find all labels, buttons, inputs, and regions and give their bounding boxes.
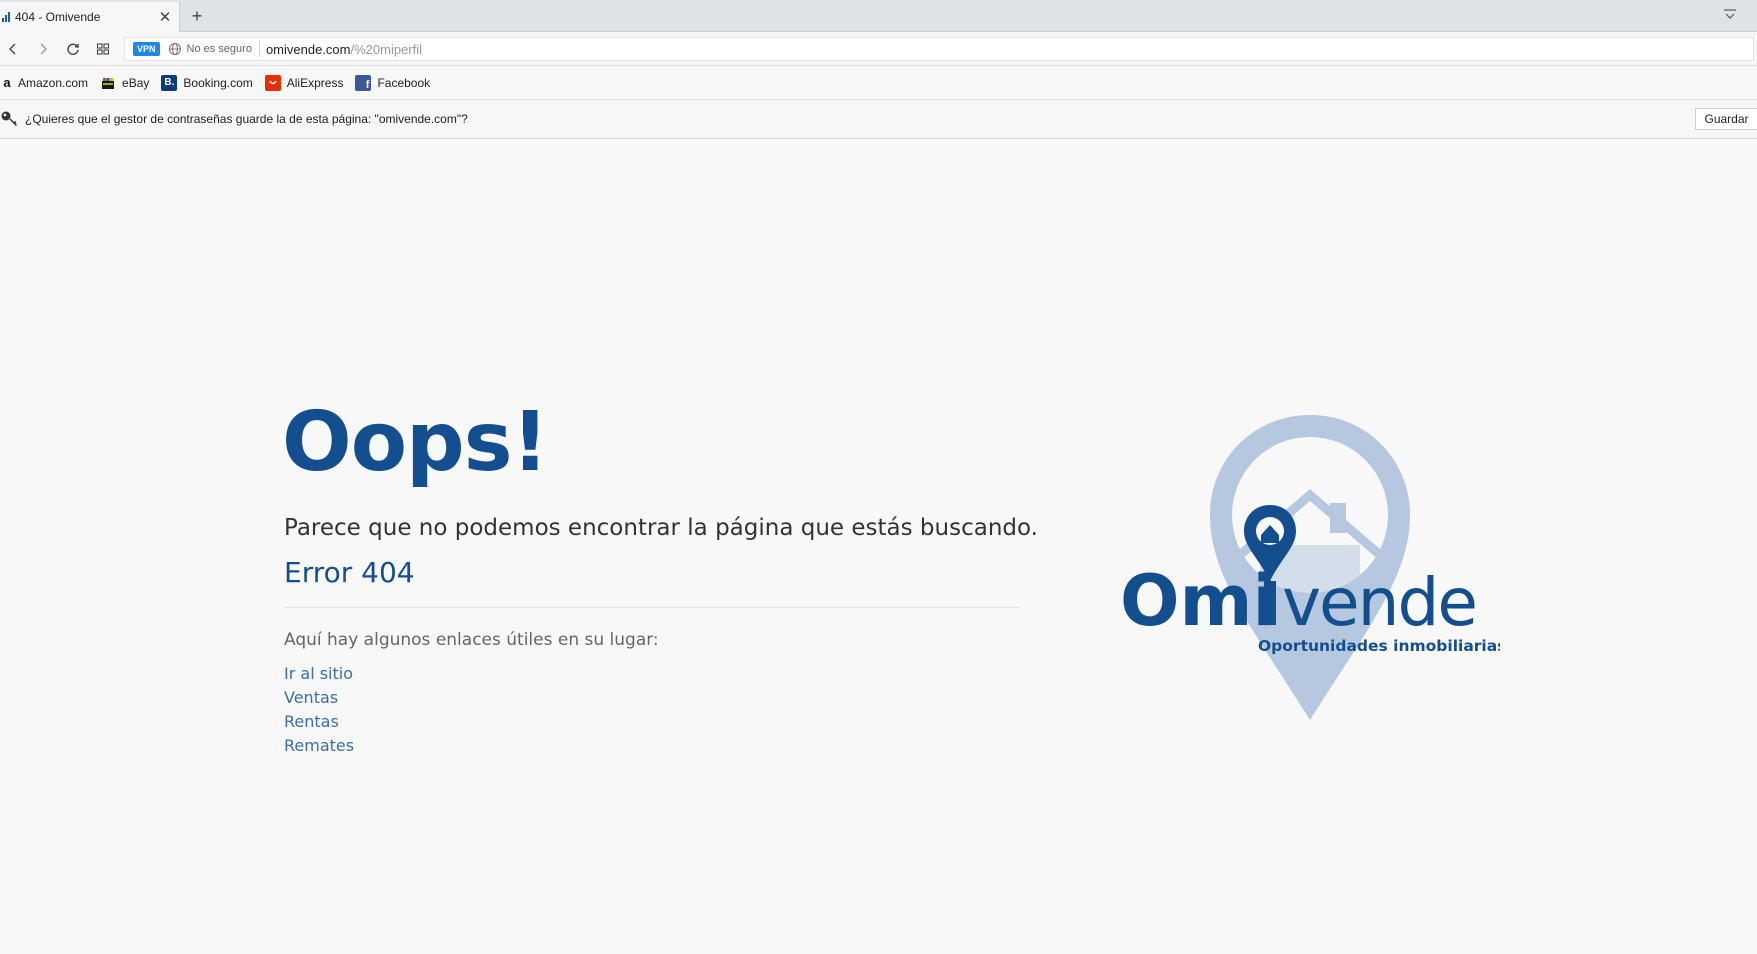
bookmark-label: Booking.com xyxy=(183,75,253,90)
browser-tab-active[interactable]: 404 - Omivende ✕ xyxy=(0,2,180,32)
key-icon xyxy=(1,111,17,126)
bookmark-label: AliExpress xyxy=(286,75,344,90)
url-host[interactable]: omivende.com xyxy=(266,42,351,57)
page-subtitle: Parece que no podemos encontrar la págin… xyxy=(284,515,1038,541)
url-divider xyxy=(258,41,260,57)
password-prompt-message: ¿Quieres que el gestor de contraseñas gu… xyxy=(25,112,468,126)
reload-icon[interactable] xyxy=(60,36,86,62)
tab-menu-icon[interactable] xyxy=(1719,4,1741,24)
brand-tagline: Oportunidades inmobiliarias xyxy=(1258,637,1500,655)
useful-links: Ir al sitio Ventas Rentas Remates xyxy=(284,662,354,758)
bookmark-aliexpress[interactable]: AliExpress xyxy=(264,74,344,91)
back-icon[interactable] xyxy=(0,36,26,62)
vpn-badge[interactable]: VPN xyxy=(133,42,160,56)
omivende-favicon-icon xyxy=(2,12,12,22)
content-divider xyxy=(284,607,1020,608)
url-path[interactable]: /%20miperfil xyxy=(351,42,423,57)
omivende-logo: Omi vende Oportunidades inmobiliarias xyxy=(1120,415,1500,720)
password-manager-bar: ¿Quieres que el gestor de contraseñas gu… xyxy=(0,100,1757,139)
security-status[interactable]: No es seguro xyxy=(187,43,252,55)
bookmark-facebook[interactable]: f Facebook xyxy=(355,74,431,91)
bookmark-ebay[interactable]: eBay xyxy=(100,75,149,91)
forward-icon[interactable] xyxy=(30,36,56,62)
brand-light: vende xyxy=(1282,564,1476,641)
ebay-icon xyxy=(100,75,116,91)
bookmark-booking[interactable]: B. Booking.com xyxy=(161,74,253,91)
links-intro: Aquí hay algunos enlaces útiles en su lu… xyxy=(284,630,659,650)
link-rentals[interactable]: Rentas xyxy=(284,710,354,734)
bookmark-label: Amazon.com xyxy=(18,75,89,90)
tab-title: 404 - Omivende xyxy=(15,10,101,24)
brand-bold: Omi xyxy=(1120,560,1276,642)
link-auctions[interactable]: Remates xyxy=(284,734,354,758)
close-tab-icon[interactable]: ✕ xyxy=(155,7,175,27)
save-password-button[interactable]: Guardar xyxy=(1695,108,1757,130)
page-heading: Oops! xyxy=(282,395,549,490)
new-tab-button[interactable]: + xyxy=(186,4,208,28)
address-bar[interactable]: VPN No es seguro omivende.com /%20miperf… xyxy=(124,37,1754,61)
link-sales[interactable]: Ventas xyxy=(284,686,354,710)
bookmark-label: Facebook xyxy=(377,75,431,90)
aliexpress-icon xyxy=(264,74,281,91)
facebook-icon: f xyxy=(355,74,372,91)
bookmark-label: eBay xyxy=(122,75,150,90)
speed-dial-grid-icon[interactable] xyxy=(90,36,116,62)
amazon-icon: a xyxy=(3,75,11,90)
navigation-toolbar: VPN No es seguro omivende.com /%20miperf… xyxy=(0,32,1757,66)
link-home[interactable]: Ir al sitio xyxy=(284,662,354,686)
page-content: Oops! Parece que no podemos encontrar la… xyxy=(0,140,1757,954)
booking-icon: B. xyxy=(161,74,178,91)
globe-icon[interactable] xyxy=(168,42,182,56)
bookmark-amazon[interactable]: a Amazon.com xyxy=(2,75,88,91)
error-code: Error 404 xyxy=(284,556,415,589)
tab-strip: 404 - Omivende ✕ + xyxy=(0,0,1757,32)
bookmarks-bar: a Amazon.com eBay B. Booking.com AliExpr… xyxy=(0,66,1757,100)
